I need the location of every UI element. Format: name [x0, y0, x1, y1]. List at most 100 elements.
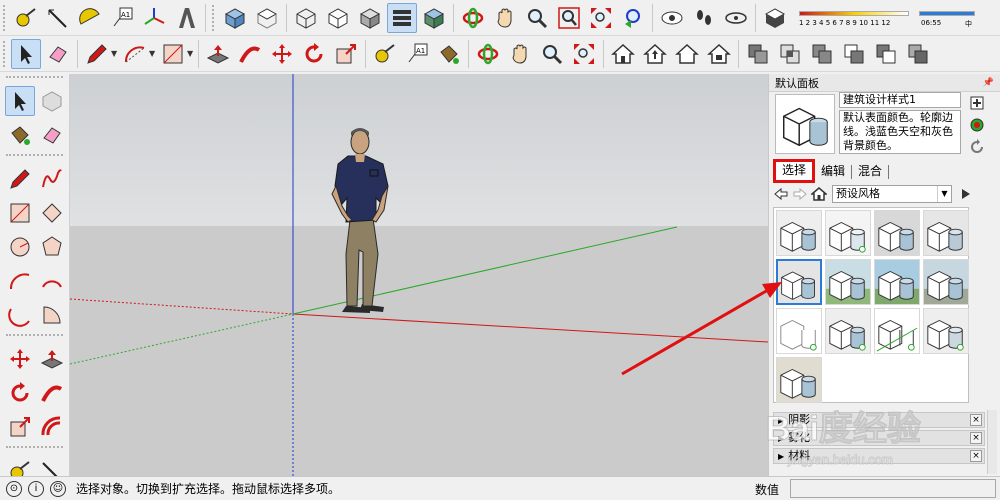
measurements-input[interactable] [790, 479, 996, 498]
tab-mix[interactable]: 混合 [852, 162, 888, 182]
shadow-time-slider[interactable]: 06:55 中 [919, 3, 977, 33]
look-around-button[interactable] [721, 3, 751, 33]
scale-button[interactable] [331, 39, 361, 69]
palette-move-button[interactable] [5, 344, 35, 374]
palette-line-button[interactable] [5, 164, 35, 194]
pan-button-2[interactable] [505, 39, 535, 69]
palette-eraser-button[interactable] [37, 120, 67, 150]
move-button[interactable] [267, 39, 297, 69]
axes-button[interactable] [139, 3, 169, 33]
palette-rectangle-button[interactable] [5, 198, 35, 228]
rotate-button[interactable] [299, 39, 329, 69]
dimension-button[interactable] [43, 3, 73, 33]
back-arrow-icon[interactable] [773, 186, 789, 202]
orbit-button-2[interactable] [473, 39, 503, 69]
chevron-down-icon[interactable]: ▼ [187, 49, 195, 58]
shadow-toggle-button[interactable] [760, 3, 790, 33]
top-view-button[interactable] [252, 3, 282, 33]
tray-scrollbar[interactable] [987, 410, 997, 474]
details-arrow-icon[interactable] [958, 186, 974, 202]
library-select[interactable]: 预设风格 ▼ [832, 185, 952, 203]
palette-follow-me-button[interactable] [37, 378, 67, 408]
protractor-button[interactable] [75, 3, 105, 33]
close-icon[interactable]: × [970, 414, 982, 426]
eraser-button[interactable] [43, 39, 73, 69]
forward-arrow-icon[interactable] [792, 186, 808, 202]
tape-measure-button[interactable] [11, 3, 41, 33]
zoom-button[interactable] [522, 3, 552, 33]
style-thumbnail[interactable] [923, 308, 969, 354]
solid-intersect-button[interactable] [775, 39, 805, 69]
extension-warehouse-button[interactable] [704, 39, 734, 69]
orbit-button[interactable] [458, 3, 488, 33]
close-icon[interactable]: × [970, 432, 982, 444]
palette-2point-arc-button[interactable] [37, 266, 67, 296]
zoom-button-2[interactable] [537, 39, 567, 69]
style-name-field[interactable]: 建筑设计样式1 [839, 92, 961, 108]
solid-union-button[interactable] [807, 39, 837, 69]
palette-3point-arc-button[interactable] [5, 300, 35, 330]
pan-button[interactable] [490, 3, 520, 33]
create-style-button[interactable] [967, 94, 987, 112]
select-button[interactable] [11, 38, 41, 69]
palette-grip[interactable] [6, 334, 63, 340]
palette-rotated-rectangle-button[interactable] [37, 198, 67, 228]
style-thumbnail[interactable] [923, 259, 969, 305]
palette-grip[interactable] [6, 154, 63, 160]
style-description-field[interactable]: 默认表面颜色。轮廓边线。浅蓝色天空和灰色背景颜色。 [839, 110, 961, 154]
shaded-with-textures-button[interactable] [387, 2, 417, 33]
palette-offset-button[interactable] [37, 412, 67, 442]
zoom-window-button[interactable] [554, 3, 584, 33]
refresh-button[interactable] [967, 138, 987, 156]
palette-circle-button[interactable] [5, 232, 35, 262]
home-icon[interactable] [811, 186, 827, 202]
style-thumbnail[interactable] [825, 259, 871, 305]
palette-arc-button[interactable] [5, 266, 35, 296]
text-button-2[interactable]: A1 [402, 39, 432, 69]
close-icon[interactable]: × [970, 450, 982, 462]
shadow-date-slider[interactable]: 1 2 3 4 5 6 7 8 9 10 11 12 [795, 3, 915, 33]
paint-bucket-button[interactable] [434, 39, 464, 69]
pin-icon[interactable]: 📌 [983, 78, 994, 88]
tape-measure-button-2[interactable] [370, 39, 400, 69]
rectangle-button[interactable] [158, 39, 188, 69]
style-thumbnail[interactable] [825, 308, 871, 354]
hidden-line-button[interactable] [323, 3, 353, 33]
section-shadows[interactable]: ▶ 阴影 × [773, 412, 985, 428]
text-button[interactable]: A1 [107, 3, 137, 33]
palette-select-button[interactable] [5, 86, 35, 116]
palette-scale-button[interactable] [5, 412, 35, 442]
xray-button[interactable] [291, 3, 321, 33]
section-fog[interactable]: ▶ 雾化 × [773, 430, 985, 446]
zoom-extents-button[interactable] [586, 3, 616, 33]
toolbar-grip[interactable] [212, 4, 216, 31]
style-thumbnail[interactable] [776, 210, 822, 256]
previous-view-button[interactable] [618, 3, 648, 33]
style-thumbnail[interactable] [874, 210, 920, 256]
line-button[interactable] [82, 39, 112, 69]
tab-edit[interactable]: 编辑 [815, 162, 851, 182]
palette-freehand-button[interactable] [37, 164, 67, 194]
share-model-button[interactable] [640, 39, 670, 69]
style-thumbnail[interactable] [825, 210, 871, 256]
solid-split-button[interactable] [903, 39, 933, 69]
follow-me-button[interactable] [235, 39, 265, 69]
push-pull-button[interactable] [203, 39, 233, 69]
style-thumbnail[interactable] [874, 259, 920, 305]
palette-rotate-button[interactable] [5, 378, 35, 408]
shaded-button[interactable] [355, 3, 385, 33]
palette-grip[interactable] [6, 446, 63, 452]
palette-push-pull-button[interactable] [37, 344, 67, 374]
palette-pie-button[interactable] [37, 300, 67, 330]
user-icon[interactable]: ☺ [50, 480, 66, 497]
arc-button[interactable] [120, 39, 150, 69]
geo-location-icon[interactable]: ⊙ [6, 480, 22, 497]
palette-grip[interactable] [6, 76, 63, 82]
chevron-down-icon[interactable]: ▼ [111, 49, 119, 58]
chevron-down-icon[interactable]: ▼ [149, 49, 157, 58]
update-style-button[interactable] [967, 116, 987, 134]
solid-outer-shell-button[interactable] [743, 39, 773, 69]
palette-paint-button[interactable] [5, 120, 35, 150]
toolbar-grip[interactable] [3, 40, 7, 67]
position-camera-button[interactable] [657, 3, 687, 33]
